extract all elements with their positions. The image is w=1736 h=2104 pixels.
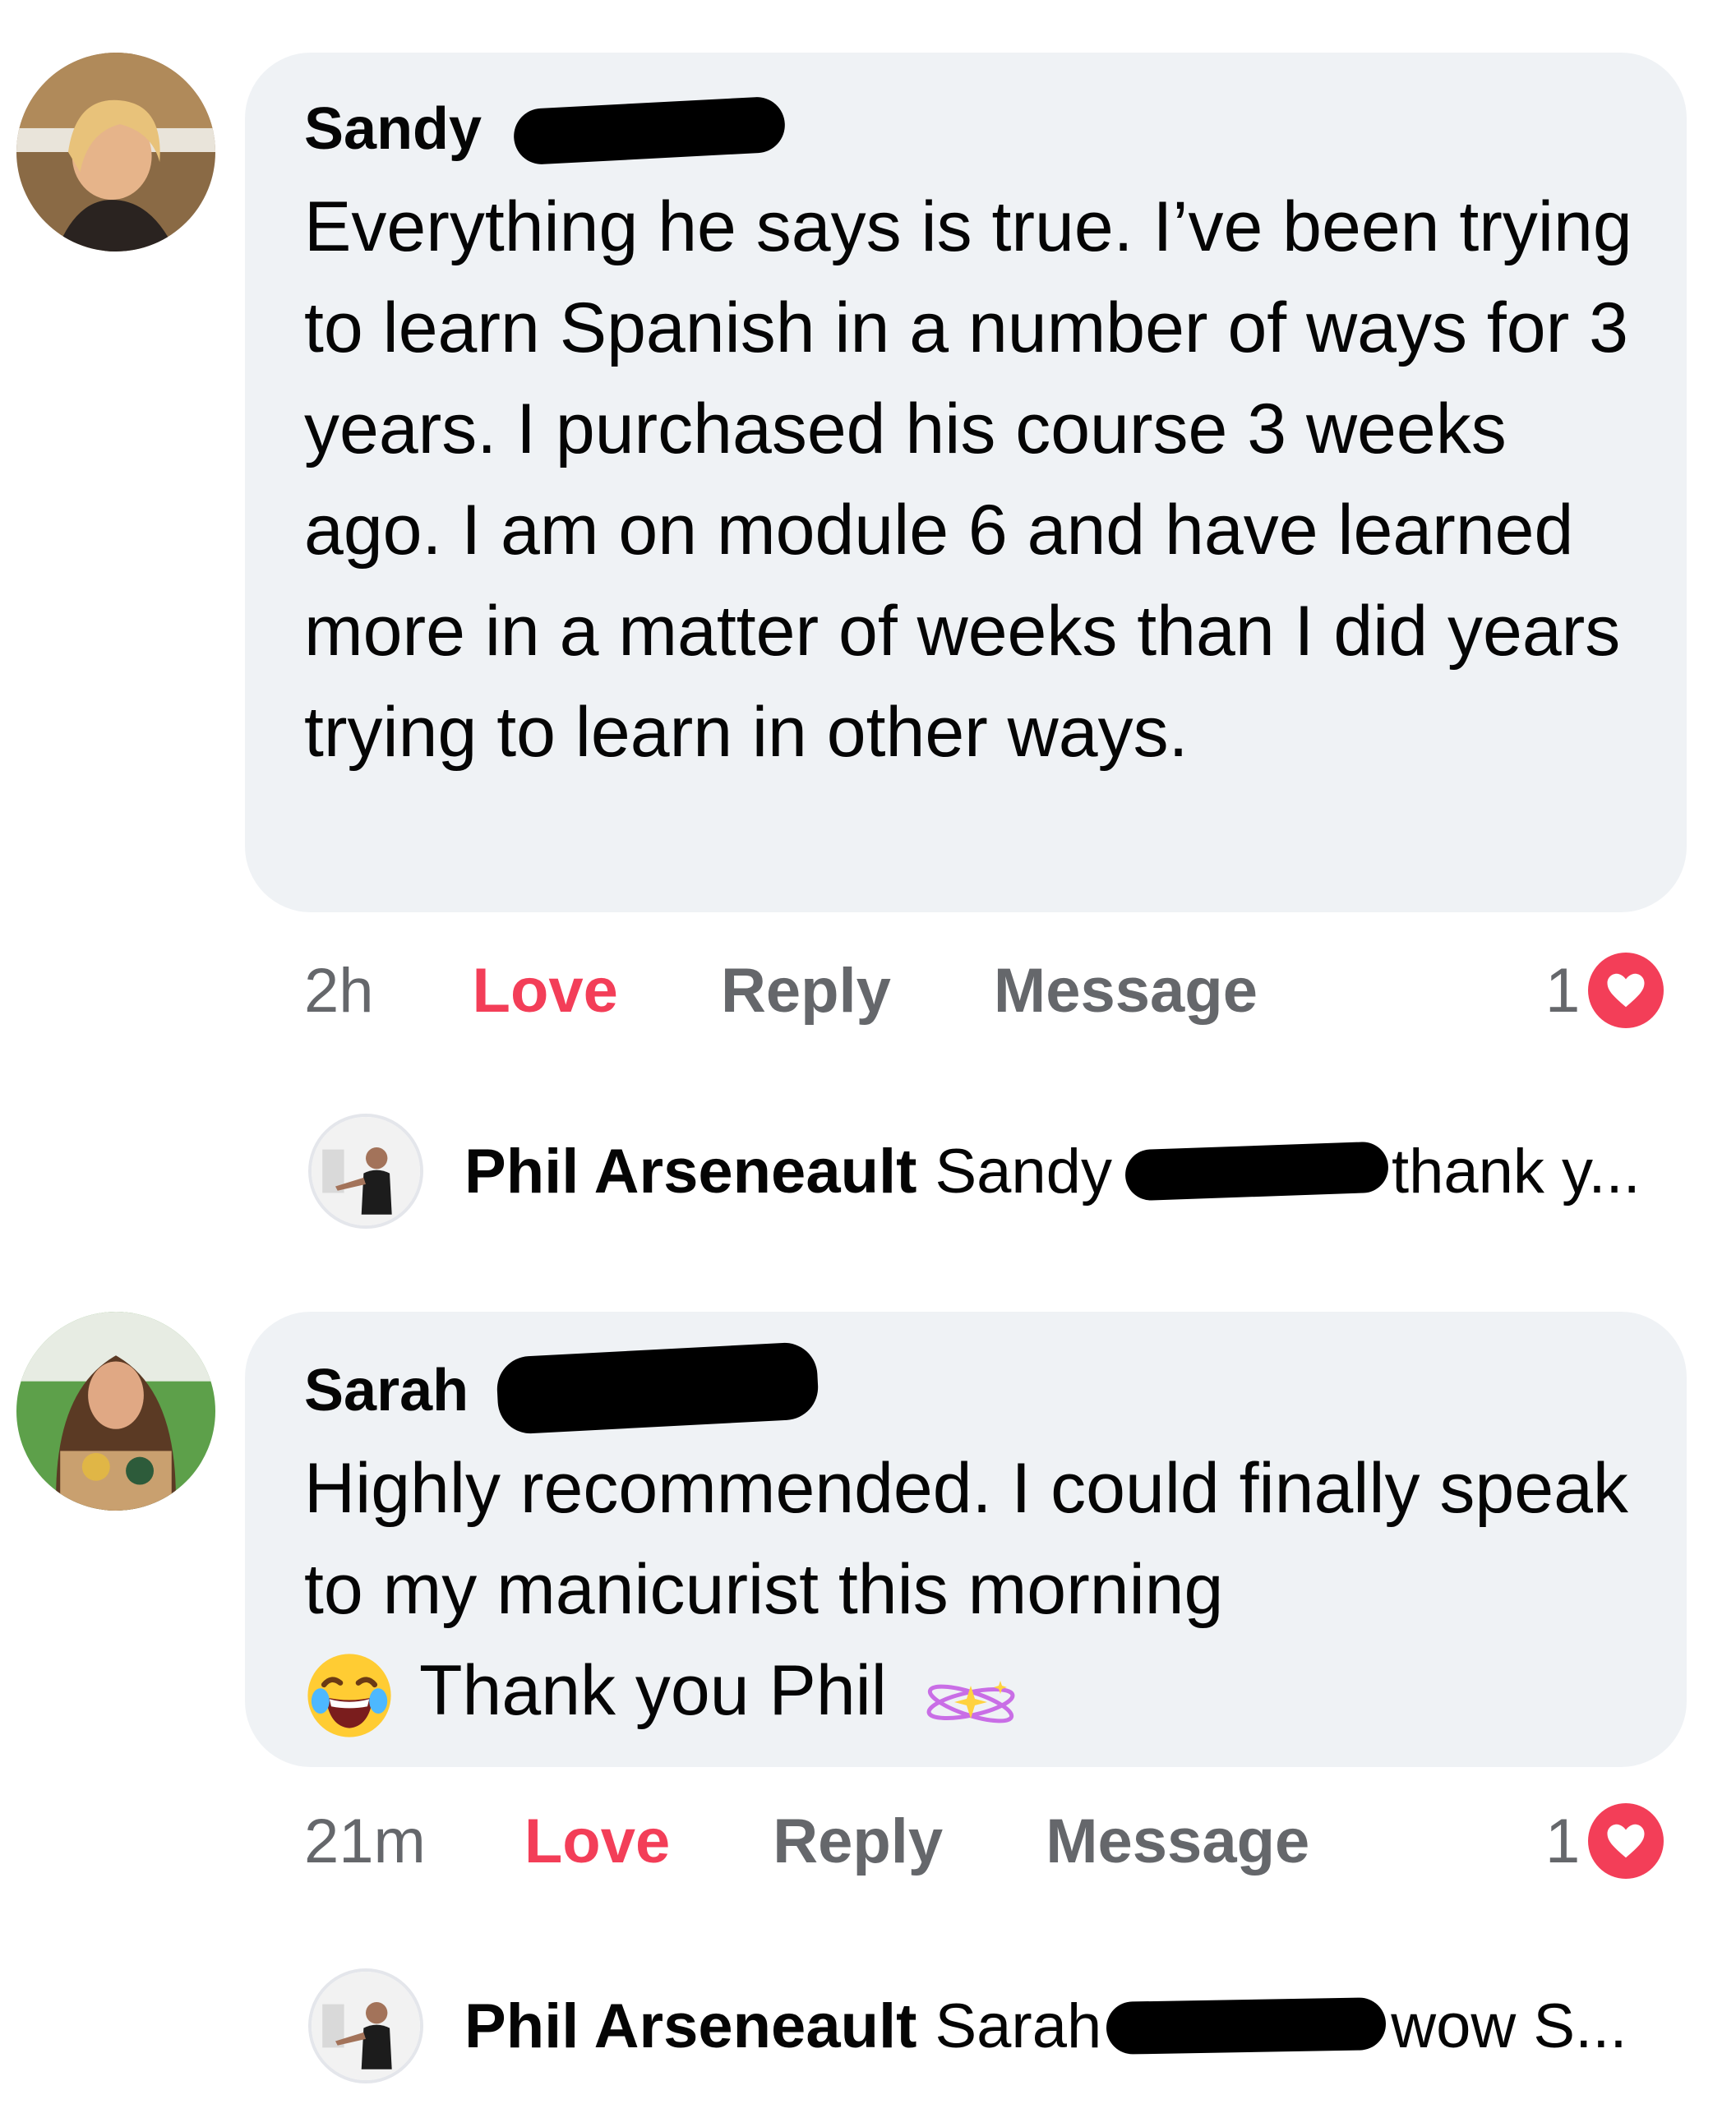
phil-avatar[interactable] [308, 1968, 423, 2083]
reaction-summary-sandy[interactable]: 1 [1545, 945, 1664, 1036]
comment-text-sarah: Highly recommended. I could finally spea… [304, 1438, 1652, 1742]
reaction-count: 1 [1545, 1806, 1581, 1876]
author-name[interactable]: Sandy [304, 96, 482, 162]
heart-icon [1588, 1803, 1664, 1879]
reply-snippet: wow S... [1391, 1991, 1628, 2061]
sarah-avatar[interactable] [16, 1312, 215, 1511]
comment-text-sandy: Everything he says is true. I’ve been tr… [304, 187, 1632, 772]
reply-mention[interactable]: Sarah [935, 1991, 1101, 2062]
phil-avatar-image [312, 1972, 420, 2080]
author-name[interactable]: Sarah [304, 1358, 469, 1423]
comment-timestamp[interactable]: 21m [304, 1806, 426, 1877]
message-button[interactable]: Message [1046, 1806, 1309, 1877]
sarah-avatar-image [16, 1312, 215, 1511]
reply-button[interactable]: Reply [773, 1806, 943, 1877]
laughing-emoji-icon [304, 1650, 395, 1741]
comment-text-thanks: Thank you Phil [419, 1651, 887, 1730]
reply-button[interactable]: Reply [721, 955, 891, 1027]
sparkles-emoji-icon [921, 1663, 1020, 1728]
comment-timestamp[interactable]: 2h [304, 955, 374, 1027]
redacted-surname [1124, 1141, 1389, 1202]
sandy-avatar[interactable] [16, 53, 215, 251]
reply-author[interactable]: Phil Arseneault [464, 1136, 916, 1207]
redacted-surname [1106, 1997, 1387, 2055]
comment-actions-sandy: 2h Love Reply Message [304, 949, 1258, 1031]
reply-author[interactable]: Phil Arseneault [464, 1991, 916, 2062]
sandy-avatar-image [16, 53, 215, 251]
reply-mention[interactable]: Sandy [935, 1136, 1112, 1207]
comment-actions-sarah: 21m Love Reply Message [304, 1800, 1309, 1882]
comment-author-sandy[interactable]: Sandy [304, 95, 482, 164]
message-button[interactable]: Message [994, 955, 1258, 1027]
love-button[interactable]: Love [524, 1806, 670, 1877]
heart-icon [1588, 953, 1664, 1028]
reply-preview-sarah[interactable]: Phil Arseneault Sarah wow S... [464, 1985, 1627, 2067]
reaction-count: 1 [1545, 955, 1581, 1026]
love-button[interactable]: Love [473, 955, 618, 1027]
reply-preview-sandy[interactable]: Phil Arseneault Sandy thank y... [464, 1130, 1641, 1212]
reaction-summary-sarah[interactable]: 1 [1545, 1796, 1664, 1886]
comment-text-main: Highly recommended. I could finally spea… [304, 1449, 1628, 1629]
comment-author-sarah[interactable]: Sarah [304, 1356, 469, 1425]
phil-avatar[interactable] [308, 1114, 423, 1229]
phil-avatar-image [312, 1117, 420, 1225]
reply-snippet: thank y... [1391, 1136, 1641, 1207]
